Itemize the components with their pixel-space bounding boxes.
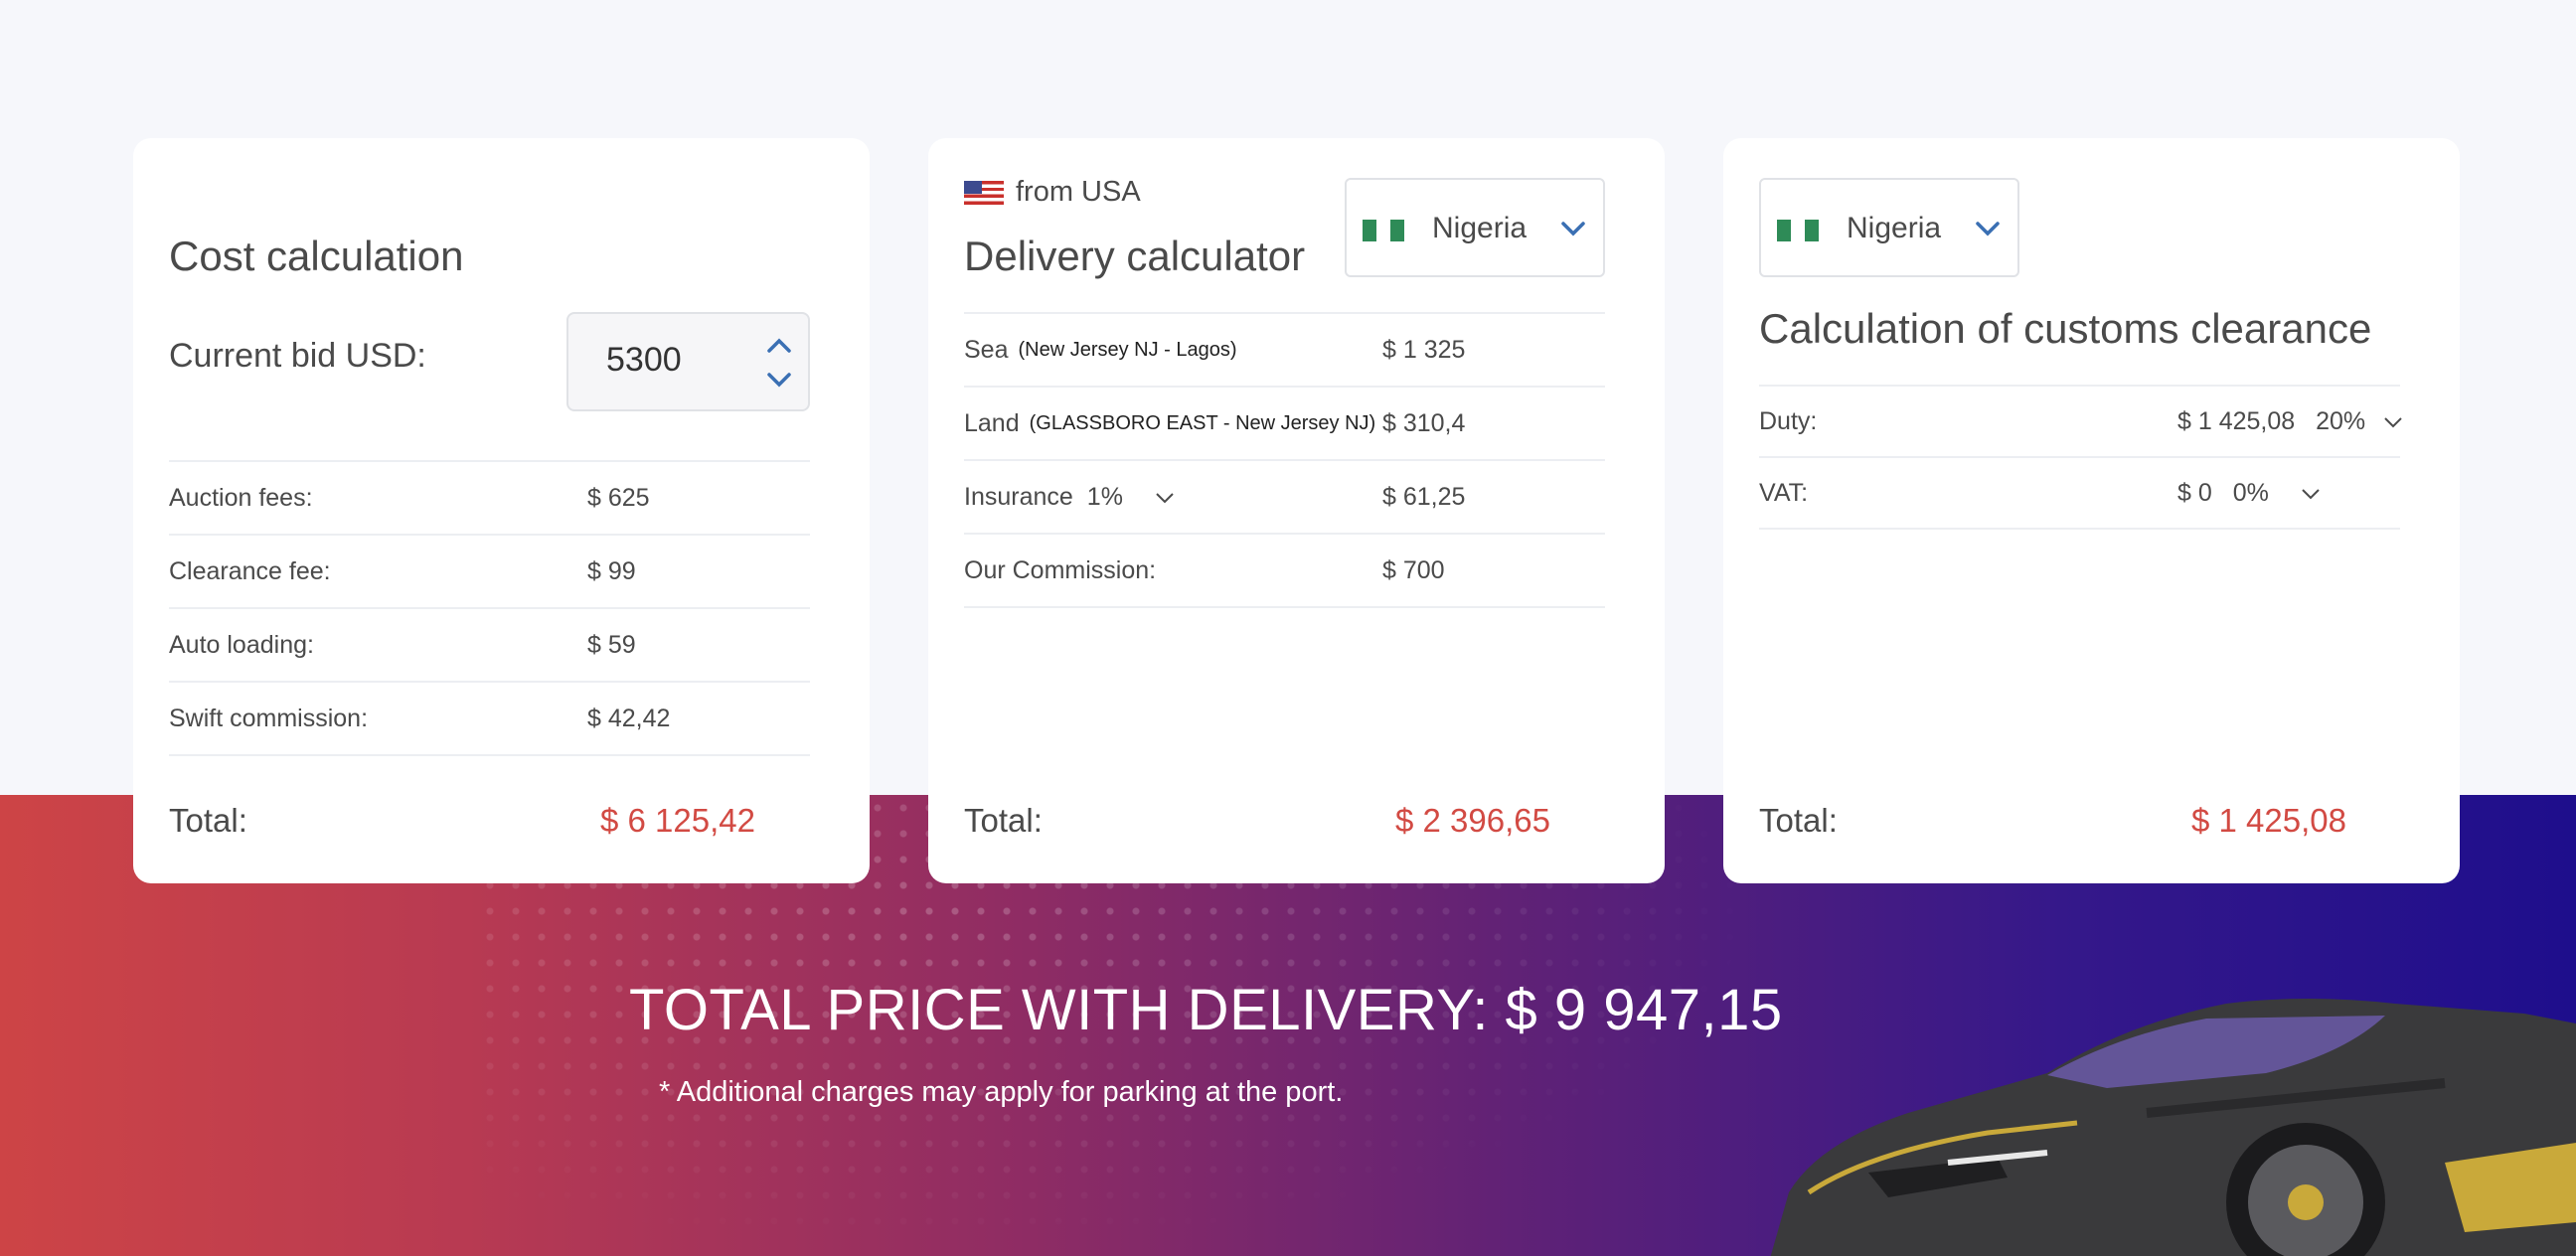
origin-label: from USA [964, 176, 1141, 209]
commission-value: $ 700 [1382, 555, 1445, 584]
fee-row: Swift commission: $ 42,42 [169, 683, 810, 756]
total-label: Total: [964, 802, 1043, 839]
duty-rate-value: 20% [2316, 406, 2366, 435]
customs-card-title: Calculation of customs clearance [1759, 305, 2372, 352]
chevron-down-icon [1156, 493, 1174, 504]
commission-row: Our Commission: $ 700 [964, 535, 1605, 608]
fee-label: Auction fees: [169, 483, 313, 512]
shipping-label: Sea [964, 335, 1009, 364]
fee-label: Auto loading: [169, 630, 314, 659]
shipping-label: Land [964, 408, 1020, 437]
country-name: Nigeria [1847, 212, 1942, 244]
fee-value: $ 625 [587, 483, 650, 512]
fee-row: Auction fees: $ 625 [169, 462, 810, 536]
vat-rate-select[interactable]: 0% [2233, 479, 2322, 507]
fee-value: $ 99 [587, 556, 636, 585]
chevron-down-icon [1561, 222, 1585, 236]
chevron-down-icon [1976, 222, 2000, 236]
current-bid-stepper[interactable]: 5300 [566, 312, 810, 411]
duty-row: Duty: $ 1 425,08 20% [1759, 387, 2402, 458]
vat-value-group: $ 0 0% [2177, 479, 2322, 508]
cost-card-title: Cost calculation [169, 233, 464, 279]
vat-label: VAT: [1759, 478, 1809, 507]
total-value: $ 2 396,65 [1395, 802, 1550, 839]
vat-rate-value: 0% [2232, 478, 2269, 507]
duty-value: $ 1 425,08 [2177, 406, 2296, 435]
shipping-row: Land (GLASSBORO EAST - New Jersey NJ) $ … [964, 388, 1605, 461]
chevron-down-icon [2384, 417, 2402, 428]
sports-car-image [1770, 999, 2576, 1256]
fee-value: $ 42,42 [587, 704, 671, 732]
duty-value-group: $ 1 425,08 20% [2177, 407, 2404, 436]
current-bid-value[interactable]: 5300 [606, 341, 682, 380]
parking-note: * Additional charges may apply for parki… [659, 1076, 1344, 1108]
insurance-rate-select[interactable]: 1% [1087, 483, 1176, 512]
chevron-down-icon [2302, 489, 2320, 500]
customs-country-select[interactable]: Nigeria [1759, 178, 2019, 277]
delivery-card-title: Delivery calculator [964, 233, 1306, 279]
insurance-label: Insurance [964, 482, 1073, 511]
shipping-row: Sea (New Jersey NJ - Lagos) $ 1 325 [964, 314, 1605, 388]
fee-value: $ 59 [587, 630, 636, 659]
chevron-down-icon[interactable] [764, 370, 794, 392]
vat-value: $ 0 [2177, 478, 2212, 507]
total-value: $ 6 125,42 [600, 802, 755, 839]
duty-label: Duty: [1759, 406, 1818, 435]
delivery-calculator-card: from USA Delivery calculator Nigeria Sea… [928, 138, 1665, 883]
country-name: Nigeria [1432, 212, 1528, 244]
nigeria-flag-icon [1363, 220, 1404, 241]
fee-label: Clearance fee: [169, 556, 331, 585]
insurance-value: $ 61,25 [1382, 482, 1466, 511]
insurance-rate-value: 1% [1086, 482, 1123, 511]
cost-calculation-card: Cost calculation Current bid USD: 5300 A… [133, 138, 870, 883]
route-label: (GLASSBORO EAST - New Jersey NJ) [1029, 411, 1376, 434]
us-flag-icon [964, 180, 1004, 205]
total-value: $ 1 425,08 [2191, 802, 2346, 839]
fee-row: Auto loading: $ 59 [169, 609, 810, 683]
customs-clearance-card: Nigeria Calculation of customs clearance… [1723, 138, 2460, 883]
total-label: Total: [1759, 802, 1838, 839]
commission-label: Our Commission: [964, 555, 1157, 584]
destination-country-select[interactable]: Nigeria [1345, 178, 1605, 277]
total-label: Total: [169, 802, 247, 839]
insurance-row: Insurance 1% $ 61,25 [964, 461, 1605, 535]
from-usa-text: from USA [1016, 176, 1141, 208]
nigeria-flag-icon [1777, 220, 1819, 241]
vat-row: VAT: $ 0 0% [1759, 458, 2400, 530]
shipping-value: $ 1 325 [1382, 335, 1466, 364]
duty-rate-select[interactable]: 20% [2316, 407, 2404, 435]
shipping-value: $ 310,4 [1382, 408, 1466, 437]
chevron-up-icon[interactable] [764, 334, 794, 356]
current-bid-label: Current bid USD: [169, 337, 426, 375]
fee-row: Clearance fee: $ 99 [169, 536, 810, 609]
total-price-with-delivery: TOTAL PRICE WITH DELIVERY: $ 9 947,15 [629, 978, 1783, 1042]
fee-label: Swift commission: [169, 704, 369, 732]
route-label: (New Jersey NJ - Lagos) [1018, 338, 1237, 361]
